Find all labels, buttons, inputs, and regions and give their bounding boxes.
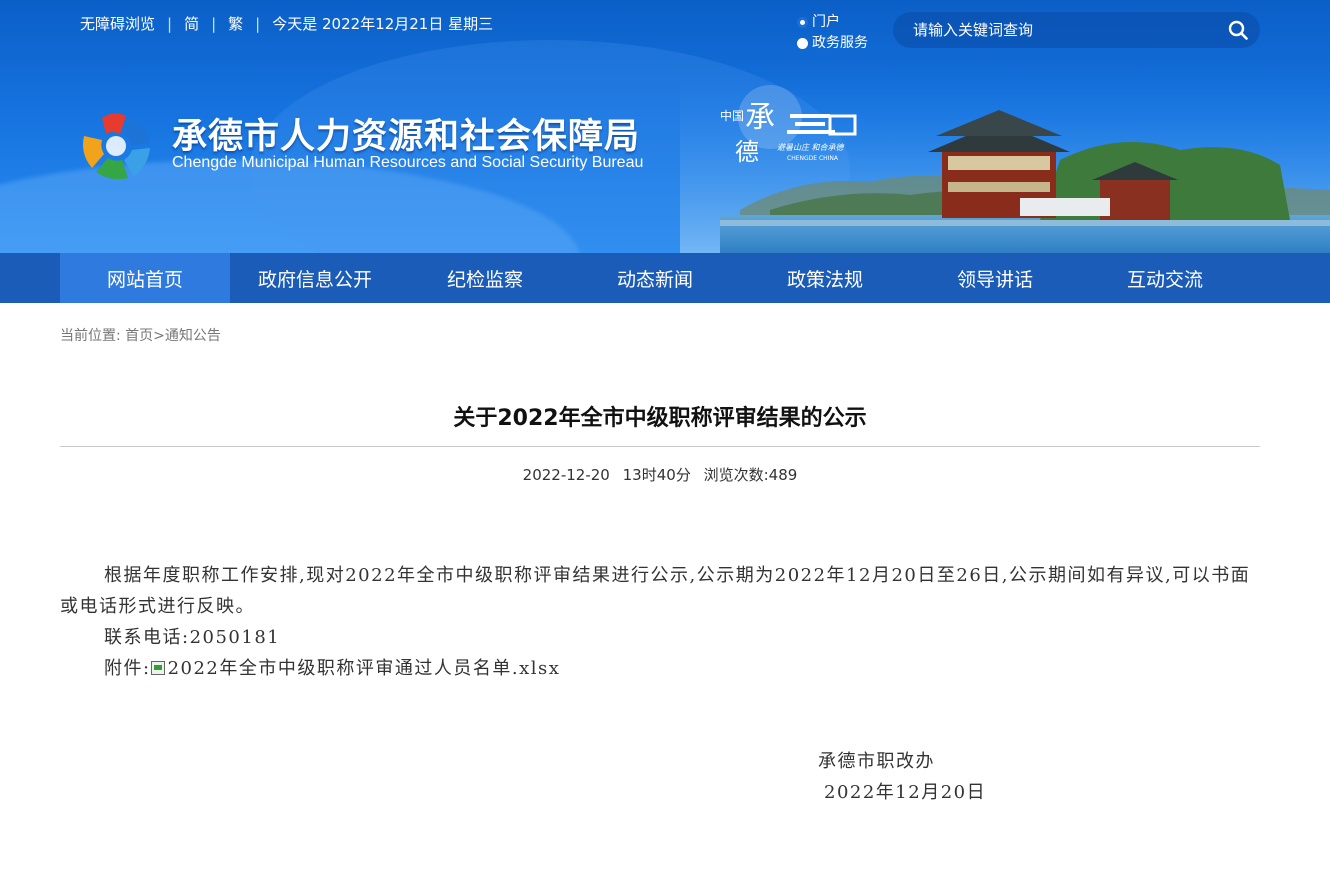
site-title: 承德市人力资源和社会保障局 (172, 117, 641, 157)
breadcrumb-separator: > (153, 328, 165, 344)
divider: | (211, 14, 217, 33)
signature-org: 承德市职改办 (818, 751, 935, 772)
breadcrumb-prefix: 当前位置: (60, 328, 121, 344)
site-subtitle: Chengde Municipal Human Resources and So… (172, 154, 644, 171)
search-box (893, 11, 1260, 49)
search-icon (1228, 20, 1248, 40)
contact-phone: 联系电话:2050181 (104, 627, 281, 648)
search-scope-group: 门户 政务服务 (797, 12, 868, 54)
header-banner: 无障碍浏览 | 简 | 繁 | 今天是 2022年12月21日 星期三 门户 政… (0, 0, 1330, 253)
views-label: 浏览次数:489 (704, 466, 798, 484)
brand-english: CHENGDE CHINA (787, 155, 839, 162)
main-navigation: 网站首页 政府信息公开 纪检监察 动态新闻 政策法规 领导讲话 互动交流 (0, 253, 1330, 303)
radio-unchecked-icon (797, 38, 808, 49)
divider: | (255, 14, 261, 33)
signature-date: 2022年12月20日 (824, 782, 987, 803)
breadcrumb-notices-link[interactable]: 通知公告 (165, 328, 221, 344)
scope-radio-services[interactable]: 政务服务 (797, 33, 868, 54)
search-button[interactable] (1216, 12, 1260, 48)
article-title: 关于2022年全市中级职称评审结果的公示 (453, 406, 867, 431)
attachment-label: 附件: (104, 658, 151, 679)
radio-checked-icon (797, 17, 808, 28)
search-input[interactable] (893, 11, 1216, 49)
chengde-brand-mark-icon: 中国 承 德 避暑山庄 和合承德 CHENGDE CHINA (720, 85, 857, 166)
nav-item-gov-info[interactable]: 政府信息公开 (230, 253, 400, 303)
article-body: 根据年度职称工作安排,现对2022年全市中级职称评审结果进行公示,公示期为202… (60, 560, 1260, 684)
scope-radio-portal[interactable]: 门户 (797, 12, 868, 33)
top-utility-bar: 无障碍浏览 | 简 | 繁 | 今天是 2022年12月21日 星期三 (80, 13, 493, 34)
today-date: 今天是 2022年12月21日 星期三 (272, 15, 494, 33)
attachment-link[interactable]: 2022年全市中级职称评审通过人员名单.xlsx (168, 658, 561, 679)
breadcrumb: 当前位置: 首页>通知公告 (60, 325, 221, 345)
traditional-chinese-link[interactable]: 繁 (228, 13, 243, 34)
attachment-line: 附件: 2022年全市中级职称评审通过人员名单.xlsx (60, 653, 1260, 684)
nav-item-home[interactable]: 网站首页 (60, 253, 230, 303)
simplified-chinese-link[interactable]: 简 (184, 13, 199, 34)
divider: | (167, 14, 173, 33)
nav-item-speeches[interactable]: 领导讲话 (910, 253, 1080, 303)
nav-item-news[interactable]: 动态新闻 (570, 253, 740, 303)
nav-item-interaction[interactable]: 互动交流 (1080, 253, 1250, 303)
breadcrumb-home-link[interactable]: 首页 (125, 328, 153, 344)
brand-char-de: 德 (735, 138, 759, 166)
bureau-logo-icon (83, 113, 150, 180)
scope-label: 门户 (812, 14, 840, 30)
title-divider (60, 446, 1260, 447)
publish-date: 2022-12-20 (522, 466, 610, 484)
signature-block: 承德市职改办 2022年12月20日 (818, 746, 986, 808)
excel-file-icon (150, 661, 165, 675)
article-meta: 2022-12-20 13时40分 浏览次数:489 (60, 464, 1260, 485)
nav-item-discipline[interactable]: 纪检监察 (400, 253, 570, 303)
scope-label: 政务服务 (812, 35, 868, 51)
publish-time: 13时40分 (622, 466, 691, 484)
views-label-text: 浏览次数: (703, 466, 769, 484)
brand-slogan: 避暑山庄 和合承德 (777, 143, 846, 152)
views-count: 489 (768, 466, 798, 484)
accessibility-link[interactable]: 无障碍浏览 (80, 13, 155, 34)
brand-char-china: 中国 (720, 108, 744, 123)
nav-item-policy[interactable]: 政策法规 (740, 253, 910, 303)
brand-char-cheng: 承 (745, 100, 775, 135)
article-paragraph: 根据年度职称工作安排,现对2022年全市中级职称评审结果进行公示,公示期为202… (60, 565, 1251, 617)
